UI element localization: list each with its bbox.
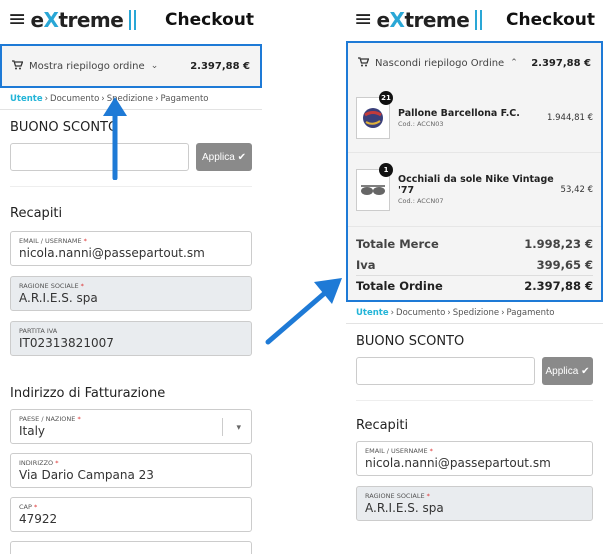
vat-label: PARTITA IVA: [19, 327, 58, 335]
list-item: 21 Pallone Barcellona F.C. Cod.: ACCN03 …: [348, 83, 601, 153]
email-value: nicola.nanni@passepartout.sm: [365, 456, 551, 470]
chevron-up-icon: ⌃: [510, 58, 518, 68]
country-select[interactable]: PAESE / NAZIONE * Italy ▾: [10, 409, 252, 444]
company-label: RAGIONE SOCIALE: [365, 492, 425, 500]
cap-value: 47922: [19, 512, 58, 526]
country-value: Italy: [19, 424, 46, 438]
product-code: Cod.: ACCN03: [398, 119, 444, 128]
breadcrumb-item-pagamento[interactable]: Pagamento: [161, 94, 209, 104]
breadcrumb-item-spedizione[interactable]: Spedizione: [453, 308, 499, 318]
page-title: Checkout: [506, 10, 595, 30]
product-thumbnail: 1: [356, 162, 393, 211]
breadcrumb-item-documento[interactable]: Documento: [50, 94, 99, 104]
quantity-badge: 1: [379, 162, 393, 177]
hamburger-icon[interactable]: ≡: [8, 9, 26, 31]
page-title: Checkout: [165, 10, 254, 30]
apply-coupon-button[interactable]: Applica ✔: [542, 357, 593, 385]
order-total-label: Totale Ordine: [356, 279, 443, 293]
breadcrumb-item-utente[interactable]: Utente: [356, 308, 389, 318]
product-thumbnail: 21: [356, 90, 393, 139]
company-name-field: RAGIONE SOCIALE * A.R.I.E.S. spa: [356, 486, 593, 521]
site-header: ≡ eXtreme Checkout: [0, 0, 262, 40]
product-name: Occhiali da sole Nike Vintage '77: [398, 174, 554, 196]
contacts-title: Recapiti: [10, 206, 63, 221]
goods-total-row: Totale Merce 1.998,23 €: [356, 233, 593, 254]
goods-total-label: Totale Merce: [356, 236, 439, 251]
logo-divider: [129, 10, 132, 30]
vat-total-value: 399,65 €: [536, 257, 593, 272]
vat-number-field: PARTITA IVA IT02313821007: [10, 321, 252, 356]
list-item: 1 Occhiali da sole Nike Vintage '77 Cod.…: [348, 153, 601, 227]
checkout-collapsed-view: ≡ eXtreme Checkout Mostra riepilogo ordi…: [0, 0, 262, 554]
billing-title: Indirizzo di Fatturazione: [10, 386, 166, 401]
email-label: EMAIL / USERNAME: [365, 447, 428, 455]
address-field[interactable]: INDIRIZZO * Via Dario Campana 23: [10, 453, 252, 488]
order-summary-panel: Nascondi riepilogo Ordine ⌃ 2.397,88 € 2…: [346, 41, 603, 302]
order-summary-toggle[interactable]: Nascondi riepilogo Ordine ⌃ 2.397,88 €: [348, 43, 601, 83]
brand-logo[interactable]: eXtreme: [376, 8, 469, 32]
breadcrumb-item-documento[interactable]: Documento: [396, 308, 445, 318]
quantity-badge: 21: [379, 90, 393, 105]
summary-total: 2.397,88 €: [190, 60, 250, 72]
email-label: EMAIL / USERNAME: [19, 237, 82, 245]
company-name-field: RAGIONE SOCIALE * A.R.I.E.S. spa: [10, 276, 252, 311]
address-label: INDIRIZZO: [19, 459, 54, 467]
order-totals: Totale Merce 1.998,23 € Iva 399,65 € Total…: [348, 227, 601, 300]
order-total-value: 2.397,88 €: [524, 279, 593, 293]
email-field[interactable]: EMAIL / USERNAME * nicola.nanni@passepar…: [356, 441, 593, 476]
product-name: Pallone Barcellona F.C.: [398, 107, 520, 119]
email-field[interactable]: EMAIL / USERNAME * nicola.nanni@passepar…: [10, 231, 252, 266]
coupon-row: Applica ✔: [346, 357, 603, 385]
company-value: A.R.I.E.S. spa: [19, 291, 98, 305]
breadcrumb: Utente › Documento › Spedizione › Pagamento: [346, 302, 603, 324]
summary-toggle-label: Mostra riepilogo ordine: [29, 60, 145, 72]
breadcrumb-item-utente[interactable]: Utente: [10, 94, 43, 104]
cap-label: CAP: [19, 503, 32, 511]
vat-total-label: Iva: [356, 257, 376, 272]
hamburger-icon[interactable]: ≡: [354, 9, 372, 31]
vat-value: IT02313821007: [19, 336, 114, 350]
company-label: RAGIONE SOCIALE: [19, 282, 79, 290]
chevron-down-icon: ▾: [236, 423, 241, 433]
email-value: nicola.nanni@passepartout.sm: [19, 246, 205, 260]
address-value: Via Dario Campana 23: [19, 468, 154, 482]
site-header: ≡ eXtreme Checkout: [346, 0, 603, 40]
company-value: A.R.I.E.S. spa: [365, 501, 444, 515]
apply-coupon-button[interactable]: Applica ✔: [196, 143, 252, 171]
breadcrumb: Utente › Documento › Spedizione › Pagamento: [0, 88, 262, 110]
order-total-row: Totale Ordine 2.397,88 €: [356, 275, 593, 296]
ball-icon: [363, 107, 383, 128]
sunglasses-icon: [361, 184, 385, 195]
brand-logo[interactable]: eXtreme: [30, 8, 123, 32]
order-summary-toggle[interactable]: Mostra riepilogo ordine ⌄ 2.397,88 €: [0, 44, 262, 88]
goods-total-value: 1.998,23 €: [524, 236, 593, 251]
coupon-title: BUONO SCONTO: [10, 120, 119, 135]
coupon-row: Applica ✔: [0, 143, 262, 171]
annotation-arrow-up: [103, 97, 127, 180]
check-icon: ✔: [234, 151, 246, 163]
cart-icon: [12, 59, 24, 73]
breadcrumb-item-pagamento[interactable]: Pagamento: [507, 308, 555, 318]
summary-toggle-label: Nascondi riepilogo Ordine: [375, 57, 505, 69]
product-price: 53,42 €: [560, 184, 593, 195]
next-field[interactable]: [10, 541, 252, 554]
coupon-input[interactable]: [356, 357, 535, 385]
product-price: 1.944,81 €: [547, 112, 593, 123]
country-label: PAESE / NAZIONE: [19, 415, 76, 423]
postal-code-field[interactable]: CAP * 47922: [10, 497, 252, 532]
check-icon: ✔: [578, 365, 590, 377]
checkout-expanded-view: ≡ eXtreme Checkout Nascondi riepilogo Or…: [346, 0, 603, 554]
contacts-title: Recapiti: [356, 418, 409, 433]
vat-row: Iva 399,65 €: [356, 254, 593, 275]
cart-icon: [358, 56, 370, 70]
logo-divider: [475, 10, 478, 30]
annotation-arrow-diagonal: [265, 278, 342, 345]
summary-total: 2.397,88 €: [531, 57, 591, 69]
product-code: Cod.: ACCN07: [398, 197, 444, 205]
chevron-down-icon: ⌄: [150, 61, 159, 71]
coupon-title: BUONO SCONTO: [356, 334, 465, 349]
